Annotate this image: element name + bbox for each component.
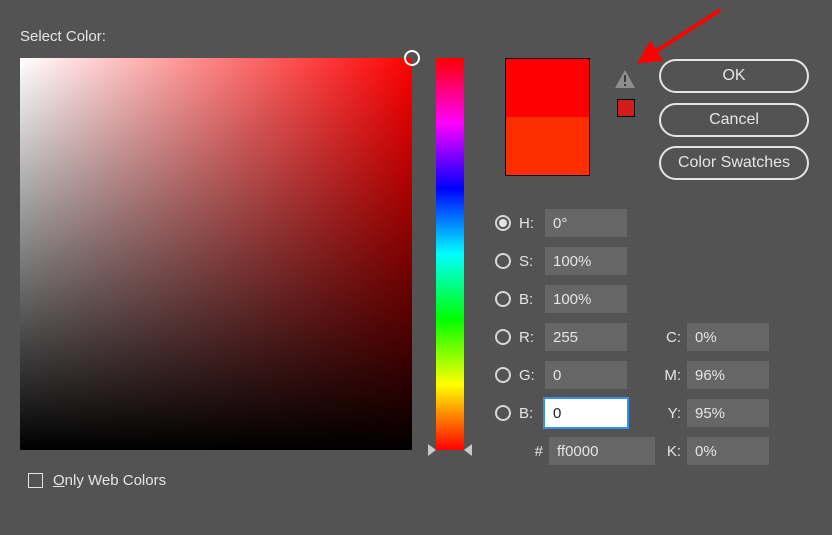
dialog-title: Select Color:	[20, 28, 106, 45]
green-radio[interactable]	[495, 367, 511, 383]
only-web-colors-checkbox[interactable]: Only Web Colors	[28, 472, 166, 489]
k-label: K:	[655, 443, 681, 460]
gamut-correct-swatch[interactable]	[617, 99, 635, 117]
hue-label: H:	[519, 215, 545, 232]
color-preview	[505, 58, 590, 176]
m-input[interactable]	[687, 361, 769, 389]
green-label: G:	[519, 367, 545, 384]
blue-label: B:	[519, 405, 545, 422]
y-input[interactable]	[687, 399, 769, 427]
k-input[interactable]	[687, 437, 769, 465]
hex-input[interactable]	[549, 437, 655, 465]
blue-input[interactable]	[545, 399, 627, 427]
hue-slider[interactable]	[436, 58, 464, 450]
preview-new-color	[506, 59, 589, 117]
annotation-arrow-icon	[635, 5, 725, 65]
saturation-brightness-field[interactable]	[20, 58, 412, 450]
brightness-radio[interactable]	[495, 291, 511, 307]
red-radio[interactable]	[495, 329, 511, 345]
cancel-button[interactable]: Cancel	[659, 103, 809, 137]
m-label: M:	[655, 367, 681, 384]
brightness-label: B:	[519, 291, 545, 308]
blue-radio[interactable]	[495, 405, 511, 421]
hex-label: #	[519, 443, 543, 460]
hue-radio[interactable]	[495, 215, 511, 231]
saturation-label: S:	[519, 253, 545, 270]
hsb-rgb-fields: H: S: B: R: G: B: #	[495, 204, 655, 470]
saturation-input[interactable]	[545, 247, 627, 275]
saturation-radio[interactable]	[495, 253, 511, 269]
hue-slider-arrow-icon	[428, 444, 436, 456]
preview-old-color[interactable]	[506, 117, 589, 175]
hue-input[interactable]	[545, 209, 627, 237]
y-label: Y:	[655, 405, 681, 422]
red-input[interactable]	[545, 323, 627, 351]
brightness-input[interactable]	[545, 285, 627, 313]
red-label: R:	[519, 329, 545, 346]
hue-slider-arrow-icon	[464, 444, 472, 456]
green-input[interactable]	[545, 361, 627, 389]
only-web-label: Only Web Colors	[53, 472, 166, 489]
checkbox-icon	[28, 473, 43, 488]
c-input[interactable]	[687, 323, 769, 351]
c-label: C:	[655, 329, 681, 346]
gamut-warning-icon[interactable]	[615, 70, 635, 88]
cmyk-fields: C: M: Y: K:	[655, 318, 769, 470]
color-swatches-button[interactable]: Color Swatches	[659, 146, 809, 180]
sv-picker-marker[interactable]	[404, 50, 420, 66]
ok-button[interactable]: OK	[659, 59, 809, 93]
